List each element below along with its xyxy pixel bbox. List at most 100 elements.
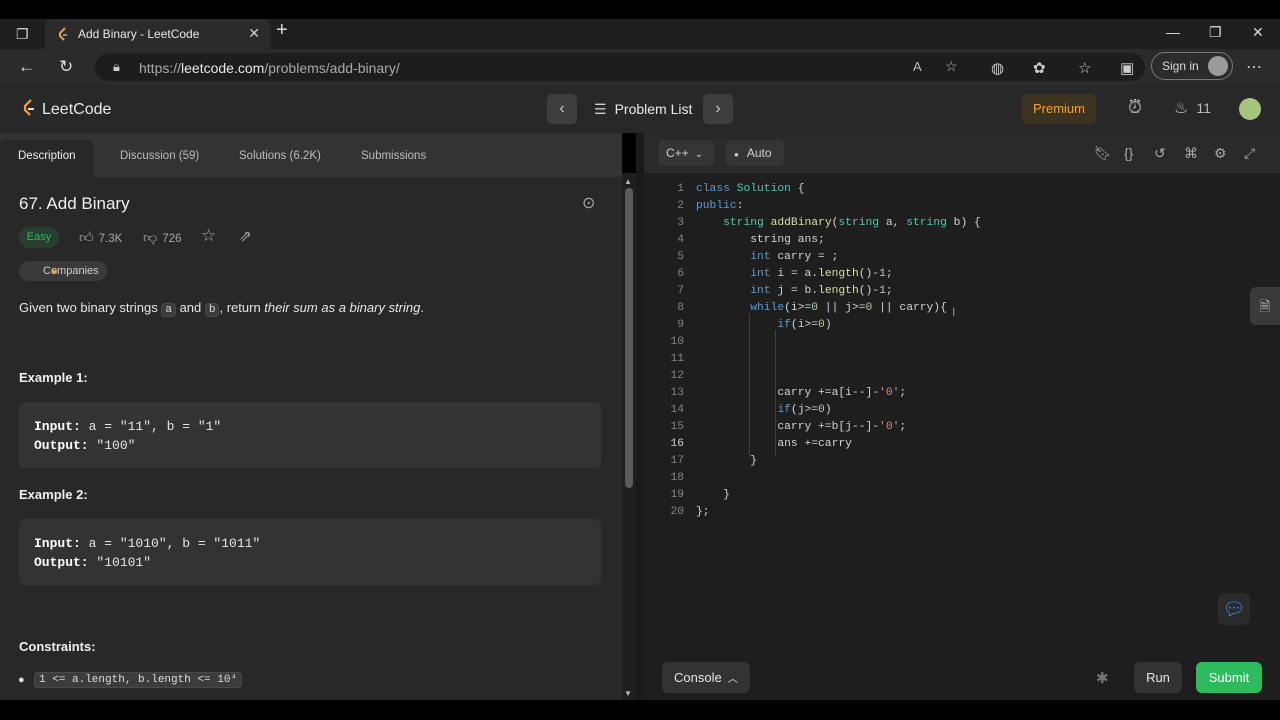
shortcuts-icon[interactable]: ⌘ [1184, 145, 1198, 162]
code-line[interactable]: string addBinary(string a, string b) { [696, 217, 981, 229]
reset-icon[interactable]: ↺ [1154, 145, 1166, 162]
close-window-icon[interactable]: ✕ [1252, 24, 1264, 41]
line-number: 19 [670, 489, 684, 501]
example-1-box: Input: a = "11", b = "1" Output: "100" [19, 402, 601, 468]
leetcode-favicon-icon [59, 27, 67, 41]
tab-solutions[interactable]: Solutions (6.2K) [239, 150, 321, 162]
likes-count: 7.3K [98, 233, 123, 245]
editor-toolbar: C++ ⌄ ● Auto 🔖︎ {} ↺ ⌘ ⚙ ⤢ [644, 133, 1280, 173]
language-select[interactable]: C++ ⌄ [658, 140, 714, 166]
code-line[interactable]: int i = a.length()-1; [696, 268, 892, 280]
braces-icon[interactable]: {} [1124, 145, 1133, 161]
list-icon: ☰ [594, 101, 607, 117]
scroll-up-icon[interactable]: ▲ [624, 177, 632, 186]
code-line[interactable]: int carry = ; [696, 251, 838, 263]
example-1-input: Input: a = "11", b = "1" [34, 419, 222, 434]
line-number: 17 [670, 455, 684, 467]
run-button[interactable]: Run [1134, 662, 1182, 693]
share-icon[interactable]: ⇗ [239, 227, 252, 245]
reload-icon[interactable]: ↻ [59, 57, 73, 77]
chevron-down-icon: ⌄ [694, 149, 704, 160]
code-line[interactable]: }; [696, 506, 710, 518]
new-tab-icon[interactable]: + [276, 19, 288, 42]
chat-icon: 💬︎ [1222, 599, 1246, 619]
code-line[interactable]: while(i>=0 || j>=0 || carry){ [696, 302, 947, 314]
tab-description[interactable]: Description [18, 150, 76, 162]
code-line[interactable]: if(i>=0) [696, 319, 831, 331]
scroll-down-icon[interactable]: ▼ [624, 689, 632, 698]
next-problem-button[interactable]: › [703, 94, 733, 124]
panel-divider[interactable] [636, 133, 644, 700]
prev-problem-button[interactable]: ‹ [547, 94, 577, 124]
companies-tag[interactable]: 🔒︎ Companies [19, 261, 107, 281]
example-1-output: Output: "100" [34, 438, 136, 453]
code-line[interactable]: ans +=carry [696, 438, 852, 450]
line-number: 1 [677, 183, 684, 195]
collections-icon[interactable]: ▣ [1120, 59, 1134, 77]
code-line[interactable]: class Solution { [696, 183, 804, 195]
add-favorite-icon[interactable]: ☆ [945, 58, 958, 75]
bookmark-icon[interactable]: 🔖︎ [1094, 145, 1112, 162]
chat-button[interactable]: 💬︎ [1218, 593, 1250, 625]
extensions-icon[interactable]: ✿ [1033, 59, 1046, 77]
star-icon[interactable]: ☆ [201, 226, 216, 246]
browser-tab[interactable]: Add Binary - LeetCode ✕ [45, 19, 270, 49]
line-number: 6 [677, 268, 684, 280]
auto-mode-button[interactable]: ● Auto [726, 140, 784, 166]
tab-discussion[interactable]: Discussion (59) [120, 150, 199, 162]
line-number: 12 [670, 370, 684, 382]
profile-avatar [1208, 56, 1228, 76]
problem-description-panel: Description Discussion (59) Solutions (6… [0, 133, 622, 700]
code-line[interactable]: public: [696, 200, 743, 212]
code-line[interactable]: carry +=a[i--]-'0'; [696, 387, 906, 399]
fullscreen-icon[interactable]: ⤢ [1244, 145, 1255, 162]
streak-counter[interactable]: ♨ 11 [1174, 98, 1211, 118]
settings-gear-icon[interactable]: ⚙ [1214, 145, 1227, 162]
code-line[interactable]: carry +=b[j--]-'0'; [696, 421, 906, 433]
screen-top-bar [0, 0, 1280, 19]
minimize-icon[interactable]: — [1166, 24, 1180, 40]
restore-icon[interactable]: ❐ [1209, 24, 1222, 41]
close-tab-icon[interactable]: ✕ [248, 25, 260, 42]
line-number: 14 [670, 404, 684, 416]
code-editor-panel: C++ ⌄ ● Auto 🔖︎ {} ↺ ⌘ ⚙ ⤢ 1 2 3 4 5 6 7 8… [644, 133, 1280, 700]
leetcode-header: LeetCode ‹ ☰ Problem List › Premium ⏰︎ ♨ 1… [0, 85, 1280, 133]
more-menu-icon[interactable]: ⋯ [1246, 57, 1262, 77]
example-1-heading: Example 1: [19, 370, 88, 385]
chevron-up-icon: ︿ [727, 674, 738, 685]
url-field[interactable]: 🔒︎ https://leetcode.com/problems/add-bin… [95, 53, 1145, 81]
debug-icon[interactable]: ✱ [1096, 669, 1109, 687]
line-number: 3 [677, 217, 684, 229]
thumbs-up-icon: 👍︎ [79, 229, 94, 245]
premium-button[interactable]: Premium [1022, 94, 1096, 124]
leetcode-logo[interactable]: LeetCode [22, 99, 111, 119]
sign-in-button[interactable]: Sign in [1151, 52, 1233, 80]
alarm-clock-icon[interactable]: ⏰︎ [1128, 97, 1142, 118]
line-number: 4 [677, 234, 684, 246]
read-aloud-icon[interactable]: A [913, 59, 922, 74]
globe-icon[interactable]: ◍ [991, 59, 1004, 77]
mode-label: Auto [746, 146, 772, 160]
line-number: 15 [670, 421, 684, 433]
code-line[interactable]: } [696, 455, 757, 467]
code-line[interactable]: if(j>=0) [696, 404, 831, 416]
dislike-button[interactable]: 👎︎ 726 [143, 229, 181, 246]
code-line[interactable]: } [696, 489, 730, 501]
options-icon[interactable]: ⊙ [582, 193, 595, 213]
notes-side-tab[interactable]: 🗎 [1250, 287, 1280, 325]
tab-submissions[interactable]: Submissions [361, 150, 426, 162]
like-button[interactable]: 👍︎ 7.3K [79, 229, 122, 246]
code-line[interactable]: string ans; [696, 234, 825, 246]
console-button[interactable]: Console ︿ [662, 662, 750, 693]
description-scrollbar-thumb[interactable] [625, 188, 633, 488]
problem-list-button[interactable]: ☰ Problem List [594, 101, 692, 118]
favorites-icon[interactable]: ☆ [1078, 59, 1091, 77]
user-avatar[interactable] [1239, 98, 1261, 120]
leetcode-logo-icon [23, 99, 34, 116]
code-line[interactable]: int j = b.length()-1; [696, 285, 892, 297]
problem-statement: Given two binary strings a and b, return… [19, 300, 424, 317]
back-arrow-icon[interactable]: ← [18, 57, 35, 77]
tab-actions-icon[interactable]: ❐ [16, 26, 29, 43]
submit-button[interactable]: Submit [1196, 662, 1262, 693]
fire-icon: ♨ [1174, 100, 1189, 117]
